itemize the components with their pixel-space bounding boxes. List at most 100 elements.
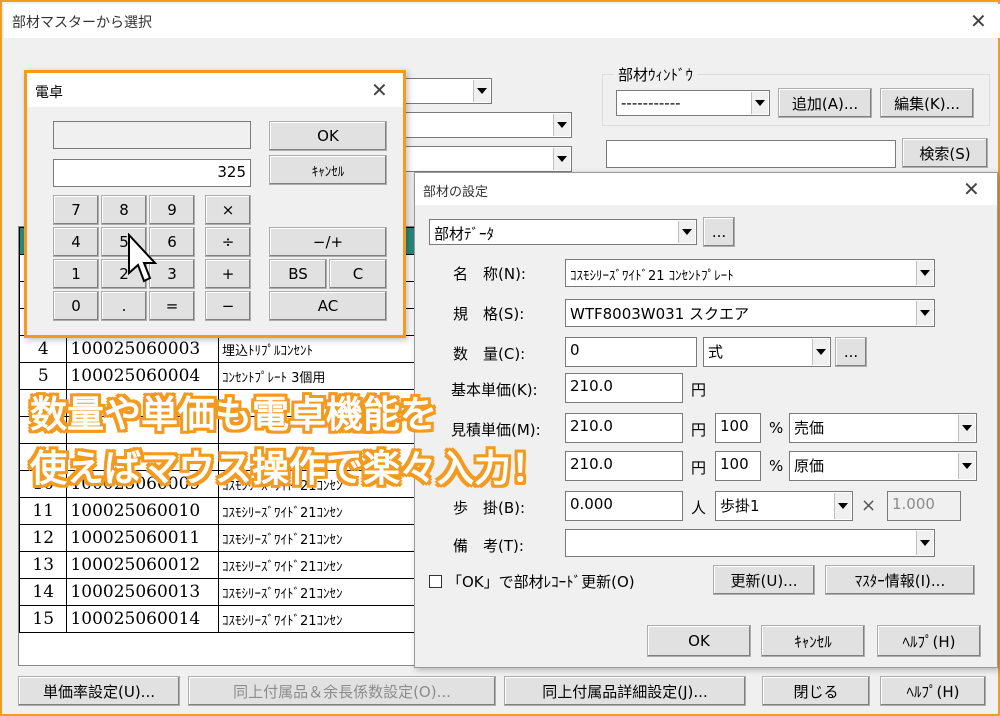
table-cell-code: 100025060012 [66, 551, 220, 579]
cost-type-combo[interactable]: 原価 [789, 451, 977, 481]
name-label: 名 称(N): [453, 265, 526, 283]
search-button[interactable]: 検索(S) [902, 138, 988, 168]
part-window-combo-value: ----------- [621, 94, 681, 112]
part-settings-dialog: 部材の設定 ✕ 部材ﾃﾞｰﾀ ... 名 称(N): ｺｽﾓｼﾘｰｽﾞﾜｲﾄﾞ2… [414, 172, 998, 668]
spec-value: WTF8003W031 スクエア [570, 305, 750, 323]
calc-key-9[interactable]: 0 [53, 291, 99, 321]
master-info-button[interactable]: ﾏｽﾀｰ情報(I)... [825, 565, 975, 595]
search-input[interactable] [606, 140, 896, 168]
table-row[interactable]: 13 100025060012 ｺｽﾓｼﾘｰｽﾞﾜｲﾄﾞ21ｺﾝｾﾝ [19, 551, 417, 579]
name-combo[interactable]: ｺｽﾓｼﾘｰｽﾞﾜｲﾄﾞ21 ｺﾝｾﾝﾄﾌﾟﾚｰﾄ [565, 259, 935, 287]
cost-pct-input[interactable]: 100 [715, 451, 761, 481]
calc-op-3[interactable]: − [205, 291, 251, 321]
data-combo[interactable]: 部材ﾃﾞｰﾀ [429, 219, 697, 245]
table-cell-no: 12 [19, 524, 68, 552]
base-price-input[interactable]: 210.0 [565, 373, 683, 403]
calc-key-6[interactable]: 1 [53, 259, 99, 289]
calc-ok-button[interactable]: OK [269, 121, 387, 151]
calc-key-2[interactable]: 9 [149, 195, 195, 225]
est-type-value: 売価 [794, 419, 825, 437]
step-input[interactable]: 0.000 [565, 491, 683, 521]
cost-pct-sign: % [769, 457, 784, 475]
calc-key-0[interactable]: 7 [53, 195, 99, 225]
step-combo[interactable]: 歩掛1 [715, 491, 853, 521]
close-button[interactable]: 閉じる [762, 676, 870, 706]
calc-key-11[interactable]: = [149, 291, 195, 321]
calc-cancel-button[interactable]: ｷｬﾝｾﾙ [269, 155, 387, 185]
table-row[interactable]: 14 100025060013 ｺｽﾓｼﾘｰｽﾞﾜｲﾄﾞ21ｺﾝｾﾝ [19, 578, 417, 606]
update-record-checkbox[interactable] [429, 575, 442, 588]
table-cell-name: 埋込ﾄﾘﾌﾟﾙｺﾝｾﾝﾄ [218, 335, 417, 363]
calc-ac-button[interactable]: AC [269, 291, 387, 321]
update-record-label: 「OK」で部材ﾚｺｰﾄﾞ更新(O) [447, 573, 635, 591]
table-row[interactable]: 11 100025060010 ｺｽﾓｼﾘｰｽﾞﾜｲﾄﾞ21ｺﾝｾﾝ [19, 497, 417, 525]
settings-ok-button[interactable]: OK [647, 625, 751, 657]
mouse-cursor-icon [128, 233, 157, 283]
calc-bs-button[interactable]: BS [269, 259, 327, 289]
spec-label: 規 格(S): [453, 305, 525, 323]
calc-close-icon[interactable]: ✕ [371, 80, 388, 100]
caption-line-2: 使えばマウス操作で楽々入力！ [30, 447, 548, 490]
calc-display: 325 [53, 159, 251, 187]
est-type-combo[interactable]: 売価 [789, 413, 977, 443]
calc-key-3[interactable]: 4 [53, 227, 99, 257]
table-cell-no: 15 [19, 605, 68, 633]
calc-key-10[interactable]: . [101, 291, 147, 321]
unit-combo[interactable]: 式 [703, 337, 831, 367]
settings-close-icon[interactable]: ✕ [963, 179, 980, 199]
settings-help-button[interactable]: ﾍﾙﾌﾟ(H) [877, 625, 981, 657]
calc-title: 電卓 [35, 85, 63, 101]
filter-combo-1[interactable] [392, 78, 492, 104]
qty-ellipsis-button[interactable]: ... [835, 337, 867, 367]
calc-c-button[interactable]: C [329, 259, 387, 289]
table-cell-code: 100025060003 [66, 335, 220, 363]
est-price-label: 見積単価(M): [451, 421, 541, 439]
calculator-dialog: 電卓 ✕ 325 OK ｷｬﾝｾﾙ 7 8 9 4 5 6 1 2 3 0. = × ÷ + − −/+ B… [24, 70, 406, 338]
table-cell-no: 4 [19, 335, 68, 363]
main-close-icon[interactable]: ✕ [970, 11, 987, 31]
calc-op-1[interactable]: ÷ [205, 227, 251, 257]
step-label: 歩 掛(B): [453, 499, 526, 517]
accessory-detail-button[interactable]: 同上付属品詳細設定(J)... [504, 676, 746, 706]
table-cell-code: 100025060014 [66, 605, 220, 633]
update-button[interactable]: 更新(U)... [713, 565, 815, 595]
calc-key-1[interactable]: 8 [101, 195, 147, 225]
step-factor-input: 1.000 [887, 491, 961, 521]
calc-titlebar: 電卓 ✕ [27, 73, 403, 107]
main-help-button[interactable]: ﾍﾙﾌﾟ(H) [880, 676, 986, 706]
note-combo[interactable] [565, 529, 935, 557]
unit-rate-button[interactable]: 単価率設定(U)... [18, 676, 180, 706]
table-cell-code: 100025060010 [66, 497, 220, 525]
calc-op-0[interactable]: × [205, 195, 251, 225]
table-cell-no: 11 [19, 497, 68, 525]
times-icon: × [861, 495, 877, 516]
unit-value: 式 [708, 343, 724, 361]
qty-input[interactable]: 0 [565, 337, 697, 367]
table-row[interactable]: 15 100025060014 ｺｽﾓｼﾘｰｽﾞﾜｲﾄﾞ21ｺﾝｾﾝ [19, 605, 417, 633]
edit-button[interactable]: 編集(K)... [880, 88, 974, 118]
table-row[interactable]: 4 100025060003 埋込ﾄﾘﾌﾟﾙｺﾝｾﾝﾄ [19, 335, 417, 363]
est-pct-sign: % [769, 419, 784, 437]
cost-type-value: 原価 [794, 457, 825, 475]
settings-titlebar: 部材の設定 ✕ [415, 173, 997, 205]
cost-price-input[interactable]: 210.0 [565, 451, 683, 481]
name-value: ｺｽﾓｼﾘｰｽﾞﾜｲﾄﾞ21 ｺﾝｾﾝﾄﾌﾟﾚｰﾄ [570, 269, 734, 284]
filter-combo-2[interactable] [392, 112, 572, 138]
base-yen: 円 [691, 381, 707, 399]
part-window-combo[interactable]: ----------- [616, 90, 770, 116]
part-window-label: 部材ｳｨﾝﾄﾞｳ [614, 64, 698, 85]
add-button[interactable]: 追加(A)... [778, 88, 872, 118]
calc-memory-display [53, 121, 251, 149]
spec-combo[interactable]: WTF8003W031 スクエア [565, 299, 935, 327]
filter-combo-3[interactable] [392, 146, 572, 172]
table-row[interactable]: 12 100025060011 ｺｽﾓｼﾘｰｽﾞﾜｲﾄﾞ21ｺﾝｾﾝ [19, 524, 417, 552]
accessory-factor-button[interactable]: 同上付属品＆余長係数設定(O)... [188, 676, 496, 706]
est-price-input[interactable]: 210.0 [565, 413, 683, 443]
settings-cancel-button[interactable]: ｷｬﾝｾﾙ [761, 625, 865, 657]
est-pct-input[interactable]: 100 [715, 413, 761, 443]
chevron-down-icon [755, 100, 765, 106]
data-ellipsis-button[interactable]: ... [703, 217, 735, 247]
calc-plusminus-button[interactable]: −/+ [269, 227, 387, 257]
calc-op-2[interactable]: + [205, 259, 251, 289]
note-label: 備 考(T): [453, 537, 524, 555]
